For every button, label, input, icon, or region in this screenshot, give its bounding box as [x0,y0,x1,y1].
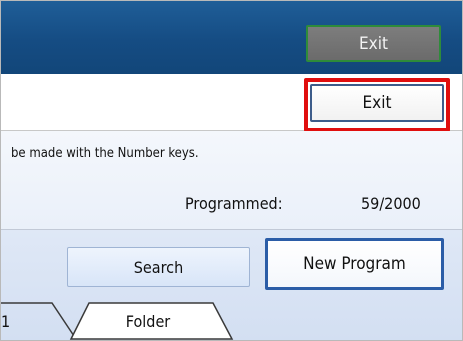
new-program-button[interactable]: New Program [265,238,444,290]
program-panel: Exit be made with the Number keys. Progr… [1,74,462,340]
programmed-count: 59/2000 [361,194,421,213]
exit-button[interactable]: Exit [310,84,444,122]
tab-folder[interactable]: Folder [93,312,203,331]
exit-button-disabled: Exit [306,25,441,62]
screen-frame: Exit Exit be made with the Number keys. … [0,0,463,341]
title-bar: Exit [1,1,462,74]
actions-area: Search New Program 1 Folder [1,230,462,340]
hint-text: be made with the Number keys. [11,146,199,161]
tab-partial[interactable]: 1 [1,312,10,331]
search-button[interactable]: Search [67,247,250,287]
exit-row: Exit [1,74,462,132]
tab-strip: 1 Folder [1,302,462,340]
tab-outline [1,302,234,340]
programmed-label: Programmed: [185,194,283,213]
info-area: be made with the Number keys. Programmed… [1,131,462,230]
